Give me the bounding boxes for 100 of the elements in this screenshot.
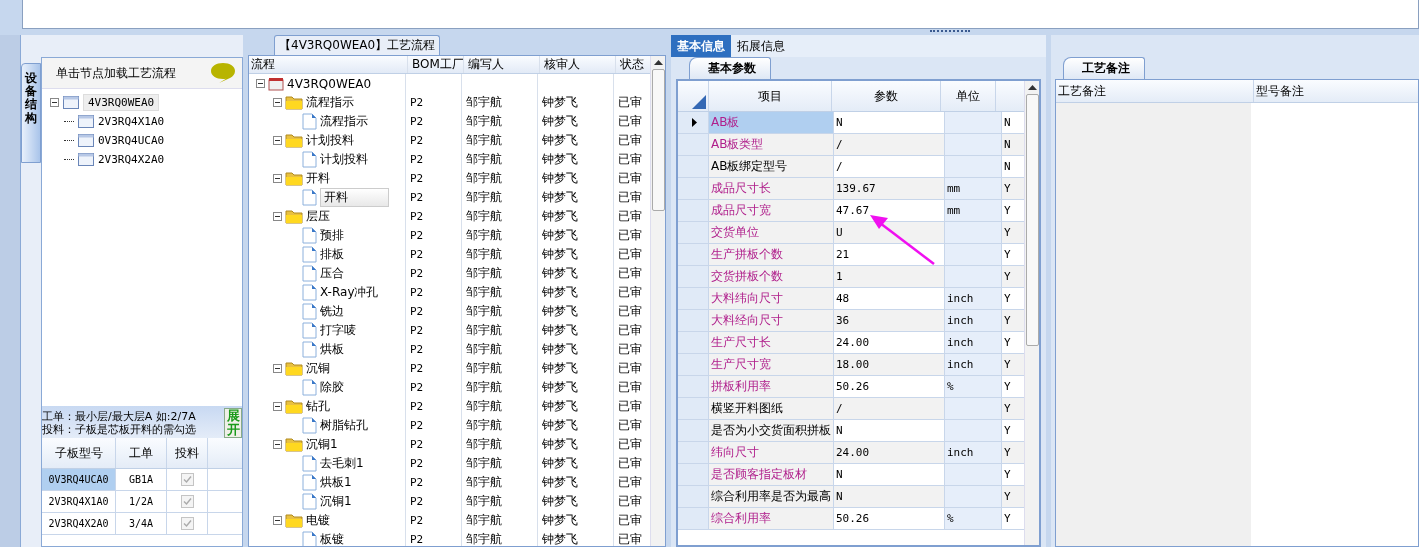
table-cell[interactable]: 36: [834, 310, 945, 331]
tab[interactable]: 拓展信息: [731, 35, 791, 57]
tree-item[interactable]: 沉铜1: [306, 436, 338, 453]
tree-item[interactable]: 压合: [320, 265, 344, 282]
column-header[interactable]: 子板型号: [42, 438, 116, 468]
table-cell[interactable]: /: [834, 398, 945, 419]
tree-item[interactable]: 2V3RQ4X2A0: [98, 153, 165, 166]
tree-item[interactable]: 开料: [306, 170, 330, 187]
table-cell[interactable]: N: [834, 486, 945, 507]
collapse-icon[interactable]: [273, 98, 282, 107]
table-cell[interactable]: 24.00: [834, 442, 945, 463]
scrollbar[interactable]: [1024, 81, 1039, 545]
column-header[interactable]: 单位: [941, 81, 996, 111]
tree-item[interactable]: 流程指示: [320, 113, 368, 130]
table-cell[interactable]: N: [834, 112, 945, 133]
tree-item[interactable]: 4V3RQ0WEA0: [287, 76, 372, 91]
collapse-icon[interactable]: [256, 79, 265, 88]
scroll-thumb[interactable]: [651, 69, 665, 211]
side-tab[interactable]: 设备结构: [21, 63, 41, 163]
table-cell: 钟梦飞: [542, 284, 578, 301]
column-header[interactable]: 流程: [249, 56, 408, 73]
tree-item[interactable]: 烘板1: [320, 474, 352, 491]
tree-item[interactable]: 开料: [320, 188, 389, 207]
tree-item[interactable]: 0V3RQ4UCA0: [98, 134, 165, 147]
document-icon: [302, 303, 317, 320]
table-cell: P2: [410, 153, 424, 166]
collapse-icon[interactable]: [273, 516, 282, 525]
table-cell[interactable]: 47.67: [834, 200, 945, 221]
table-cell[interactable]: 48: [834, 288, 945, 309]
tree-item[interactable]: 计划投料: [320, 151, 368, 168]
scrollbar[interactable]: [650, 56, 665, 546]
table-cell: 钟梦飞: [542, 303, 578, 320]
table-cell: 邹宇航: [466, 284, 502, 301]
collapse-icon[interactable]: [273, 402, 282, 411]
table-cell[interactable]: U: [834, 222, 945, 243]
checkbox[interactable]: [180, 495, 194, 508]
table-cell[interactable]: 50.26: [834, 376, 945, 397]
table-cell[interactable]: /: [834, 156, 945, 177]
collapse-icon[interactable]: [50, 98, 59, 107]
collapse-icon[interactable]: [273, 212, 282, 221]
tree-item[interactable]: 钻孔: [306, 398, 330, 415]
table-cell[interactable]: 1: [834, 266, 945, 287]
tree-item[interactable]: 烘板: [320, 341, 344, 358]
collapse-icon[interactable]: [273, 174, 282, 183]
column-header[interactable]: 项目: [709, 81, 832, 111]
table-cell[interactable]: 18.00: [834, 354, 945, 375]
column-header[interactable]: 参数: [832, 81, 941, 111]
scroll-up-icon[interactable]: [1027, 85, 1037, 90]
tree-item[interactable]: 打字唛: [320, 322, 356, 339]
table-cell[interactable]: 0V3RQ4UCA0: [42, 469, 116, 490]
tree-item[interactable]: 预排: [320, 227, 344, 244]
tab[interactable]: 基本信息: [671, 35, 731, 57]
tree-item[interactable]: 树脂钻孔: [320, 417, 368, 434]
collapse-icon[interactable]: [273, 364, 282, 373]
tree-item[interactable]: 除胶: [320, 379, 344, 396]
table-cell: 已审: [618, 94, 642, 111]
table-cell[interactable]: N: [834, 464, 945, 485]
tree-item[interactable]: 去毛刺1: [320, 455, 364, 472]
table-cell[interactable]: 24.00: [834, 332, 945, 353]
column-header[interactable]: 状态: [616, 56, 650, 73]
tree-item[interactable]: 计划投料: [306, 132, 354, 149]
column-header[interactable]: 工单: [116, 438, 167, 468]
column-header[interactable]: 型号备注: [1254, 80, 1418, 102]
column-header[interactable]: BOM工厂: [408, 56, 464, 73]
tree-item[interactable]: 铣边: [320, 303, 344, 320]
table-cell[interactable]: 50.26: [834, 508, 945, 529]
tree-item[interactable]: 沉铜1: [320, 493, 352, 510]
node-icon: [78, 134, 94, 147]
tree-item[interactable]: X-Ray冲孔: [320, 284, 379, 301]
table-cell[interactable]: 21: [834, 244, 945, 265]
collapse-icon[interactable]: [273, 440, 282, 449]
tree-item[interactable]: 4V3RQ0WEA0: [83, 94, 160, 111]
tree-item[interactable]: 层压: [306, 208, 330, 225]
table-cell[interactable]: 2V3RQ4X2A0: [42, 513, 116, 534]
table-cell: 钟梦飞: [542, 379, 578, 396]
scroll-thumb[interactable]: [1025, 94, 1039, 346]
column-header[interactable]: 投料: [167, 438, 208, 468]
column-header[interactable]: 工艺备注: [1056, 80, 1254, 102]
table-cell[interactable]: N: [834, 420, 945, 441]
column-header[interactable]: 编写人: [464, 56, 540, 73]
table-cell[interactable]: /: [834, 134, 945, 155]
table-cell[interactable]: 2V3RQ4X1A0: [42, 491, 116, 512]
checkbox[interactable]: [180, 517, 194, 530]
scroll-up-icon[interactable]: [653, 60, 663, 65]
table-cell: 钟梦飞: [542, 208, 578, 225]
tab[interactable]: 基本参数: [689, 57, 771, 79]
tree-item[interactable]: 沉铜: [306, 360, 330, 377]
tab[interactable]: 工艺备注: [1063, 57, 1145, 79]
column-header[interactable]: 核审人: [540, 56, 616, 73]
tree-item[interactable]: 电镀: [306, 512, 330, 529]
tree-item[interactable]: 排板: [320, 246, 344, 263]
tree-item[interactable]: 2V3RQ4X1A0: [98, 115, 165, 128]
tree-item[interactable]: 板镀: [320, 531, 344, 546]
collapse-icon[interactable]: [273, 136, 282, 145]
table-cell: 已审: [618, 531, 642, 546]
table-cell[interactable]: 139.67: [834, 178, 945, 199]
table-cell[interactable]: AB板: [709, 112, 834, 133]
row-header[interactable]: [678, 112, 709, 133]
tree-item[interactable]: 流程指示: [306, 94, 354, 111]
checkbox[interactable]: [180, 473, 194, 486]
